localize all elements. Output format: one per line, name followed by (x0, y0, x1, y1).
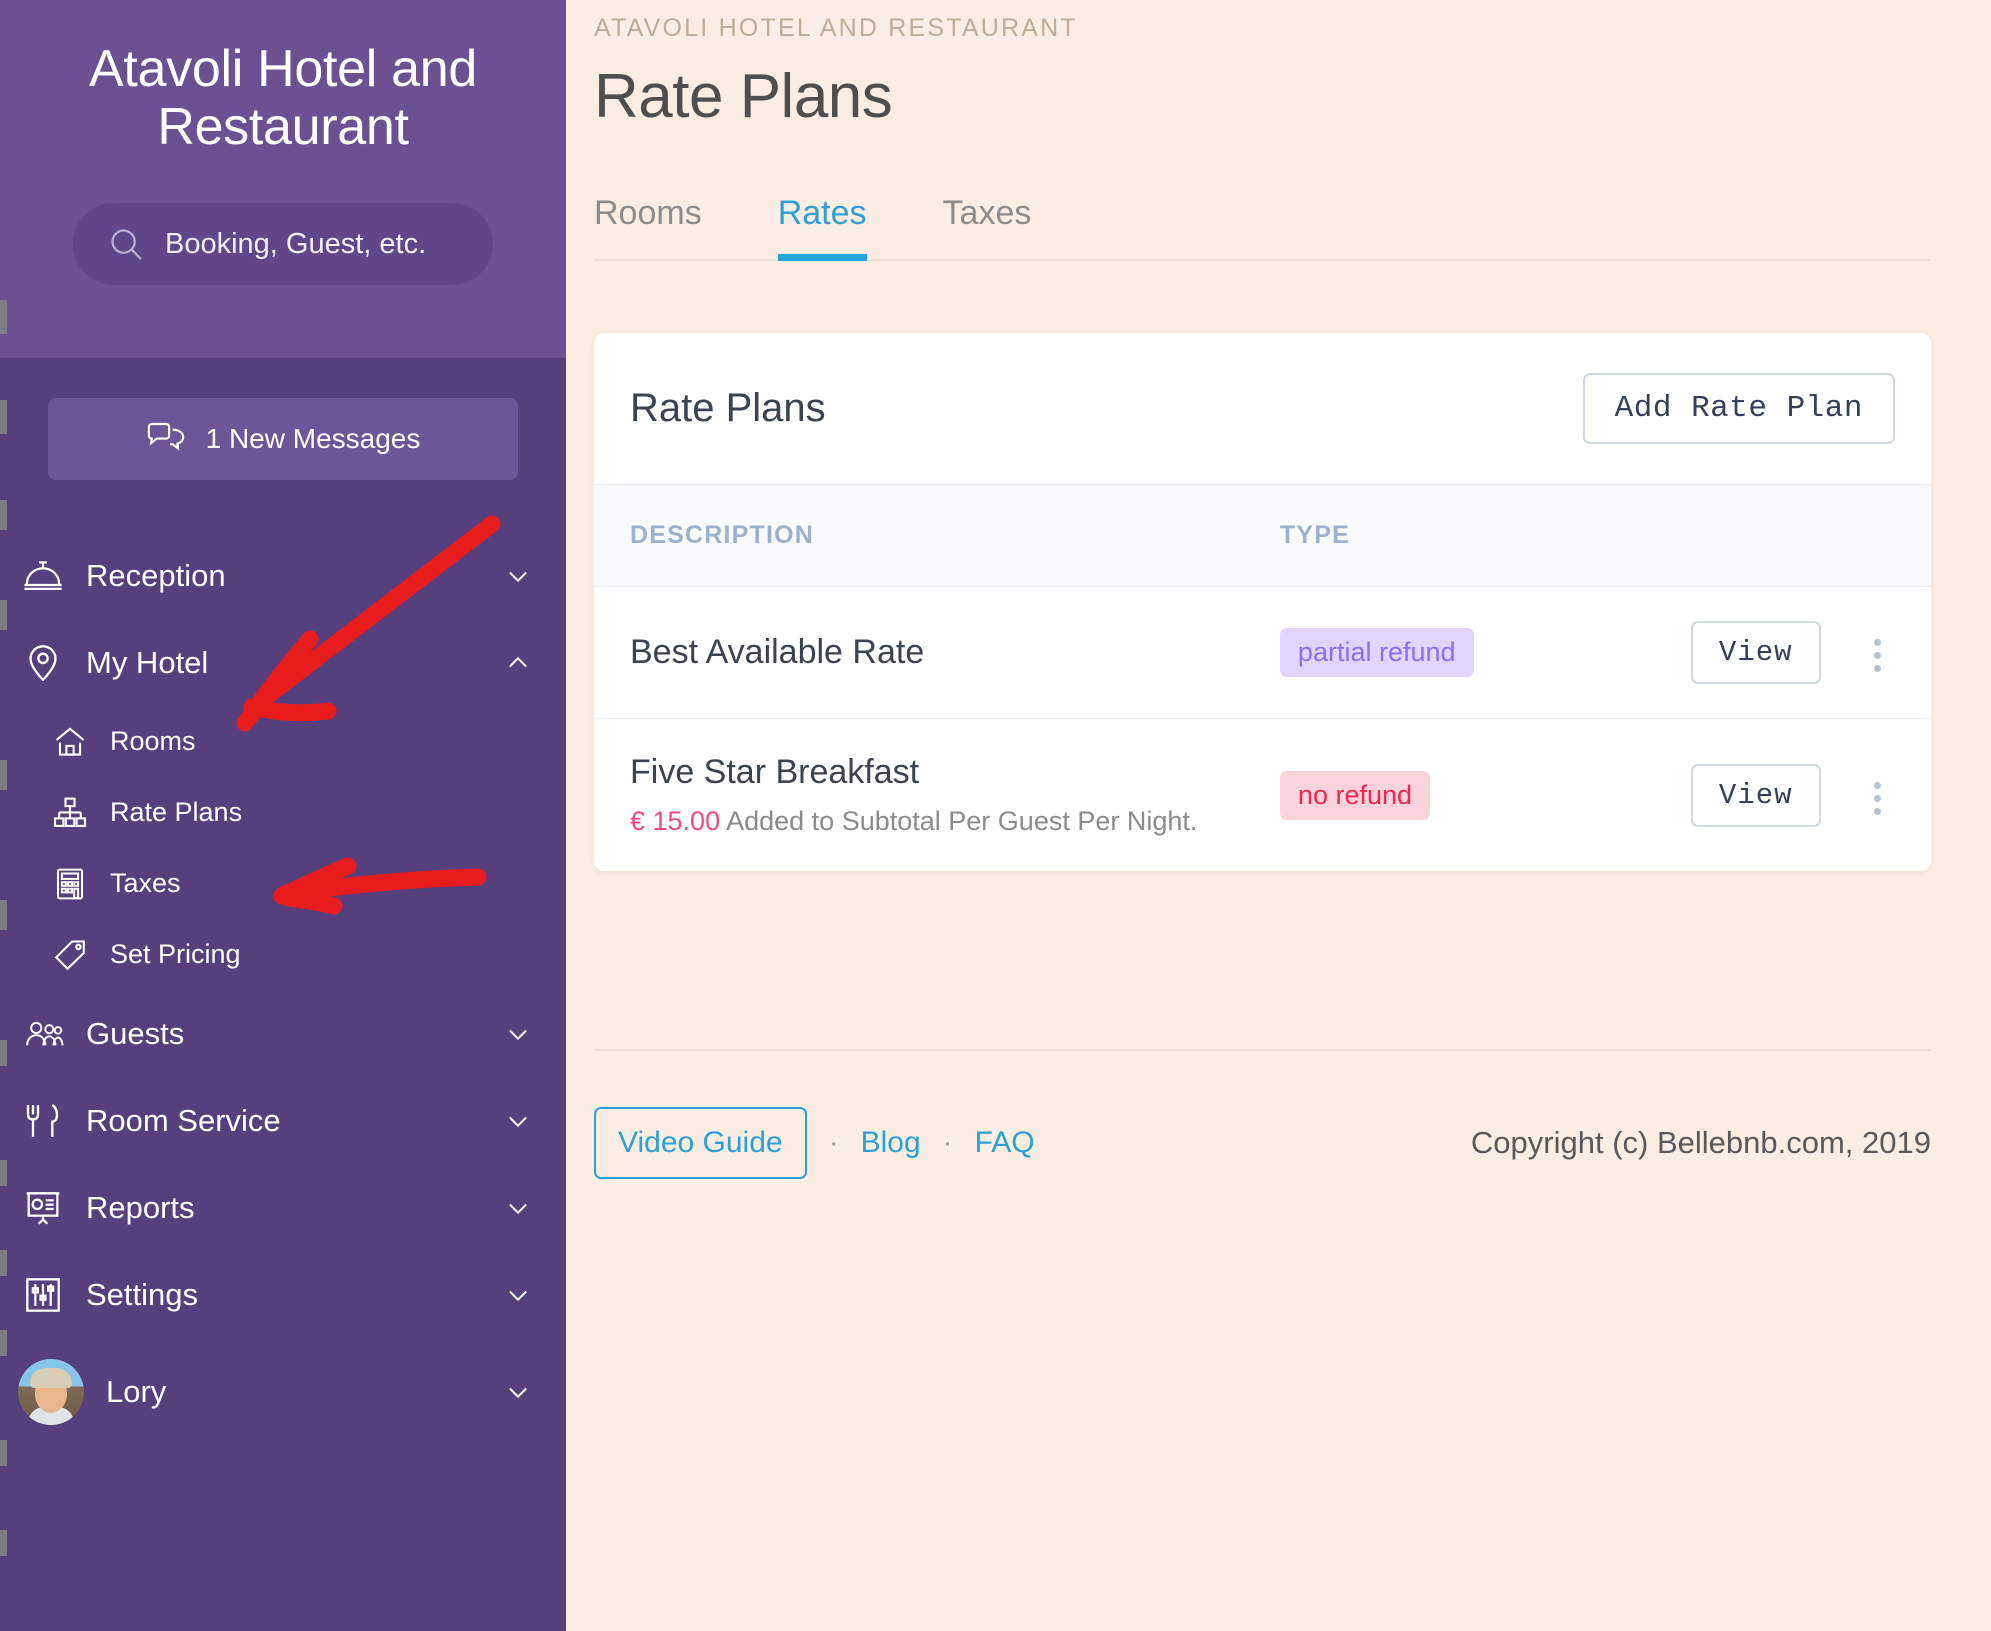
table-header: DESCRIPTION TYPE (594, 484, 1931, 587)
scroll-edge-marks (0, 0, 7, 1631)
sidebar-subitem-label: Rooms (110, 726, 196, 756)
tab-rooms[interactable]: Rooms (594, 194, 702, 259)
sidebar-item-label: Settings (86, 1276, 199, 1312)
sidebar-item-reports[interactable]: Reports (0, 1164, 566, 1251)
calculator-icon (52, 866, 88, 902)
rate-plan-subtext: € 15.00 Added to Subtotal Per Guest Per … (630, 806, 1280, 837)
user-profile-menu[interactable]: Lory (0, 1344, 566, 1440)
new-messages-label: 1 New Messages (205, 423, 421, 454)
main-content: ATAVOLI HOTEL AND RESTAURANT Rate Plans … (566, 0, 1991, 1631)
kebab-menu-icon[interactable] (1859, 639, 1895, 673)
sidebar-item-label: My Hotel (86, 644, 209, 680)
chat-bubbles-icon (146, 422, 186, 456)
add-rate-plan-button[interactable]: Add Rate Plan (1582, 373, 1895, 444)
view-button[interactable]: View (1690, 763, 1821, 827)
sidebar-item-label: Guests (86, 1015, 185, 1051)
sidebar-subitem-label: Rate Plans (110, 797, 243, 827)
page-title: Rate Plans (594, 62, 893, 131)
service-bell-icon (22, 555, 64, 597)
avatar (18, 1359, 84, 1425)
kebab-menu-icon[interactable] (1859, 781, 1895, 815)
chevron-down-icon[interactable] (504, 1107, 532, 1135)
rate-plans-table: DESCRIPTION TYPE Best Available Rate par… (594, 484, 1931, 871)
cell-actions: View (1690, 586, 1931, 719)
sidebar-item-rate-plans[interactable]: Rate Plans (0, 777, 566, 848)
sidebar-item-my-hotel[interactable]: My Hotel (0, 619, 566, 706)
sidebar-item-set-pricing[interactable]: Set Pricing (0, 919, 566, 990)
chevron-down-icon[interactable] (504, 562, 532, 590)
map-pin-icon (22, 642, 64, 684)
separator: · (942, 1126, 953, 1159)
rate-plan-note: Added to Subtotal Per Guest Per Night. (726, 806, 1198, 836)
sidebar-item-rooms[interactable]: Rooms (0, 706, 566, 777)
table-row: Best Available Rate partial refund View (594, 586, 1931, 719)
status-badge: partial refund (1279, 628, 1474, 677)
sidebar-nav: Reception My Hotel Rooms Rate Plans Taxe… (0, 532, 566, 1440)
search-icon (107, 225, 145, 263)
tab-rates[interactable]: Rates (777, 194, 867, 261)
cell-description: Best Available Rate (594, 586, 1280, 719)
column-header-actions (1690, 484, 1931, 587)
view-button[interactable]: View (1690, 621, 1821, 684)
tab-bar: Rooms Rates Taxes (594, 194, 1931, 261)
app-root: Atavoli Hotel and Restaurant Booking, Gu… (0, 0, 1991, 1631)
cell-description: Five Star Breakfast € 15.00 Added to Sub… (594, 719, 1280, 872)
tab-taxes[interactable]: Taxes (943, 194, 1032, 259)
status-badge: no refund (1279, 770, 1431, 820)
sidebar-subitem-label: Taxes (110, 868, 181, 898)
sidebar-header: Atavoli Hotel and Restaurant Booking, Gu… (0, 0, 566, 358)
rate-plan-price: € 15.00 (630, 806, 721, 836)
chevron-down-icon[interactable] (504, 1020, 532, 1048)
cell-actions: View (1690, 719, 1931, 872)
rate-plan-name: Best Available Rate (630, 633, 925, 671)
blog-link[interactable]: Blog (861, 1126, 921, 1160)
cell-type: no refund (1279, 719, 1691, 872)
sidebar-item-room-service[interactable]: Room Service (0, 1077, 566, 1164)
sidebar-item-label: Reports (86, 1189, 195, 1225)
table-body: Best Available Rate partial refund View … (594, 586, 1931, 872)
sidebar-subitem-label: Set Pricing (110, 939, 241, 969)
house-icon (52, 724, 88, 760)
search-placeholder: Booking, Guest, etc. (165, 227, 427, 260)
search-input[interactable]: Booking, Guest, etc. (73, 203, 493, 286)
breadcrumb: ATAVOLI HOTEL AND RESTAURANT (594, 14, 1078, 42)
price-tag-icon (52, 937, 88, 973)
faq-link[interactable]: FAQ (975, 1126, 1035, 1160)
video-guide-button[interactable]: Video Guide (594, 1107, 807, 1179)
user-name: Lory (106, 1374, 167, 1409)
chevron-down-icon[interactable] (504, 1378, 532, 1406)
fork-knife-icon (22, 1100, 64, 1142)
sliders-icon (22, 1274, 64, 1316)
sidebar-item-label: Room Service (86, 1102, 281, 1138)
sidebar-item-reception[interactable]: Reception (0, 532, 566, 619)
footer: Video Guide · Blog · FAQ Copyright (c) B… (594, 1049, 1931, 1179)
table-row: Five Star Breakfast € 15.00 Added to Sub… (594, 719, 1931, 872)
column-header-type: TYPE (1279, 484, 1691, 587)
sidebar-item-label: Reception (86, 557, 226, 593)
hierarchy-icon (52, 795, 88, 831)
footer-links: Video Guide · Blog · FAQ (594, 1107, 1035, 1179)
column-header-description: DESCRIPTION (594, 484, 1280, 587)
sidebar: Atavoli Hotel and Restaurant Booking, Gu… (0, 0, 566, 1631)
cell-type: partial refund (1279, 586, 1691, 719)
card-header: Rate Plans Add Rate Plan (594, 333, 1931, 484)
card-title: Rate Plans (630, 386, 826, 430)
rate-plans-card: Rate Plans Add Rate Plan DESCRIPTION TYP… (594, 333, 1931, 871)
presentation-chart-icon (22, 1187, 64, 1229)
sidebar-item-taxes[interactable]: Taxes (0, 848, 566, 919)
chevron-down-icon[interactable] (504, 1281, 532, 1309)
separator: · (828, 1126, 839, 1159)
copyright-text: Copyright (c) Bellebnb.com, 2019 (1470, 1125, 1931, 1160)
chevron-up-icon[interactable] (504, 649, 532, 677)
rate-plan-name: Five Star Breakfast (630, 753, 920, 791)
sidebar-item-settings[interactable]: Settings (0, 1251, 566, 1338)
chevron-down-icon[interactable] (504, 1194, 532, 1222)
sidebar-item-guests[interactable]: Guests (0, 990, 566, 1077)
new-messages-button[interactable]: 1 New Messages (48, 398, 518, 480)
brand-title: Atavoli Hotel and Restaurant (88, 40, 478, 157)
people-icon (22, 1013, 64, 1055)
